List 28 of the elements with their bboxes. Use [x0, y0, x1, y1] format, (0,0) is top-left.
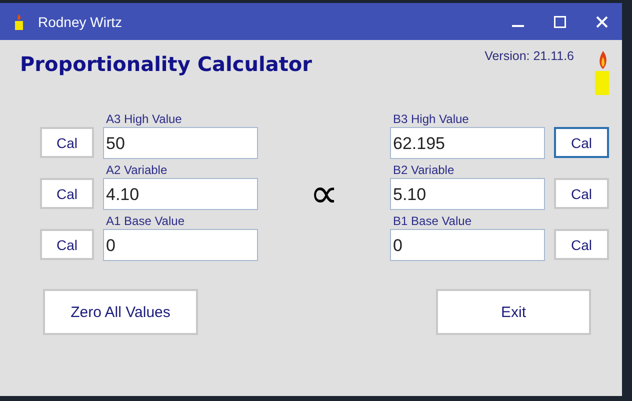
field-label: B3 High Value	[392, 112, 470, 127]
cal-button[interactable]: Cal	[554, 127, 609, 158]
cal-button[interactable]: Cal	[554, 178, 609, 209]
candle-icon	[594, 49, 610, 95]
field-label: A3 High Value	[105, 112, 183, 127]
exit-button[interactable]: Exit	[436, 289, 591, 335]
field-label: A2 Variable	[105, 163, 168, 178]
field-label: B2 Variable	[392, 163, 456, 178]
close-icon[interactable]	[596, 16, 608, 28]
proportional-symbol: ∝	[310, 174, 338, 214]
cal-button[interactable]: Cal	[554, 229, 609, 260]
value-field[interactable]: 50	[103, 127, 258, 159]
zero-all-button[interactable]: Zero All Values	[43, 289, 198, 335]
app-heading: Proportionality Calculator	[20, 52, 313, 76]
value-field[interactable]: 62.195	[390, 127, 545, 159]
value-field[interactable]: 5.10	[390, 178, 545, 210]
cal-button[interactable]: Cal	[40, 127, 94, 158]
value-field[interactable]: 0	[103, 229, 258, 261]
cal-button[interactable]: Cal	[40, 229, 94, 260]
maximize-icon[interactable]	[554, 16, 566, 28]
candle-icon	[14, 14, 24, 30]
field-label: A1 Base Value	[105, 214, 186, 229]
version-label: Version: 21.11.6	[484, 49, 574, 63]
field-label: B1 Base Value	[392, 214, 472, 229]
value-field[interactable]: 4.10	[103, 178, 258, 210]
window-title: Rodney Wirtz	[38, 14, 122, 30]
value-field[interactable]: 0	[390, 229, 545, 261]
cal-button[interactable]: Cal	[40, 178, 94, 209]
